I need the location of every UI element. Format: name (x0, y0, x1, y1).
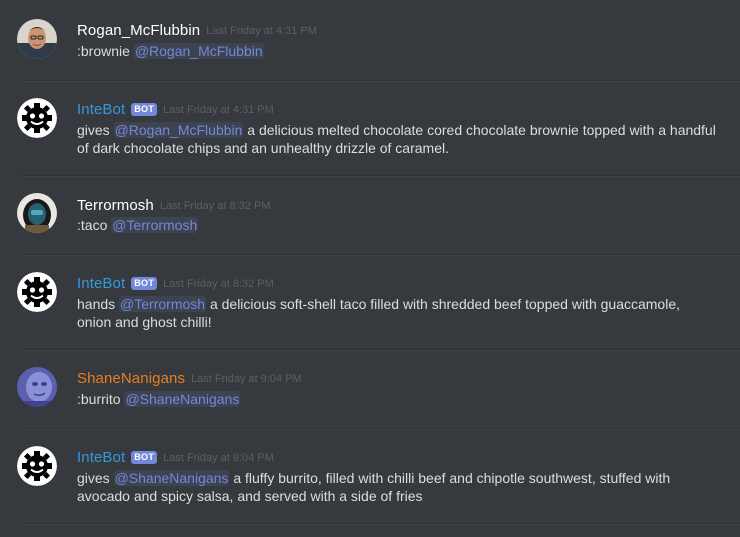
user-mention[interactable]: @Terrormosh (119, 296, 207, 312)
timestamp: Last Friday at 9:04 PM (163, 452, 274, 464)
shanenanigans-avatar[interactable] (17, 367, 57, 407)
message-header: InteBot BOT Last Friday at 4:31 PM (77, 99, 274, 119)
chat-message-list: Rogan_McFlubbin Last Friday at 4:31 PM :… (0, 0, 740, 537)
message-divider (20, 428, 740, 430)
message-header: Terrormosh Last Friday at 8:32 PM (77, 195, 271, 215)
message-divider (20, 523, 740, 525)
author-name[interactable]: InteBot (77, 449, 125, 466)
message-text: gives (77, 122, 114, 138)
message-body: hands @Terrormosh a delicious soft-shell… (77, 296, 717, 331)
intebot-avatar[interactable] (17, 98, 57, 138)
author-name[interactable]: Terrormosh (77, 197, 154, 214)
intebot-avatar[interactable] (17, 272, 57, 312)
message-header: InteBot BOT Last Friday at 8:32 PM (77, 273, 274, 293)
user-mention[interactable]: @Rogan_McFlubbin (113, 122, 244, 138)
author-name[interactable]: ShaneNanigans (77, 370, 185, 387)
message-header: InteBot BOT Last Friday at 9:04 PM (77, 447, 274, 467)
bot-badge: BOT (131, 276, 158, 290)
message-text: :brownie (77, 43, 134, 59)
user-mention[interactable]: @Rogan_McFlubbin (133, 43, 264, 59)
message-body: :taco @Terrormosh (77, 217, 717, 235)
message-divider (20, 254, 740, 256)
timestamp: Last Friday at 9:04 PM (191, 373, 302, 385)
message-divider (20, 175, 740, 177)
timestamp: Last Friday at 4:31 PM (163, 104, 274, 116)
message-header: ShaneNanigans Last Friday at 9:04 PM (77, 368, 302, 388)
timestamp: Last Friday at 8:32 PM (159, 200, 271, 212)
author-name[interactable]: InteBot (77, 101, 125, 118)
timestamp: Last Friday at 8:32 PM (163, 278, 274, 290)
message-body: :brownie @Rogan_McFlubbin (77, 43, 717, 61)
author-name[interactable]: InteBot (77, 275, 125, 292)
author-name[interactable]: Rogan_McFlubbin (77, 22, 200, 39)
message-divider (20, 80, 740, 82)
user-mention[interactable]: @ShaneNanigans (113, 470, 230, 486)
message-header: Rogan_McFlubbin Last Friday at 4:31 PM (77, 20, 317, 40)
message-text: :burrito (77, 391, 125, 407)
timestamp: Last Friday at 4:31 PM (206, 25, 317, 37)
bot-badge: BOT (131, 102, 158, 116)
message-body: gives @ShaneNanigans a fluffy burrito, f… (77, 470, 717, 505)
message-text: :taco (77, 217, 112, 233)
user-mention[interactable]: @Terrormosh (111, 217, 199, 233)
message-body: :burrito @ShaneNanigans (77, 391, 717, 409)
message-text: hands (77, 296, 120, 312)
bot-badge: BOT (131, 450, 158, 464)
terrormosh-avatar[interactable] (17, 193, 57, 233)
message-text: gives (77, 470, 114, 486)
message-body: gives @Rogan_McFlubbin a delicious melte… (77, 122, 717, 157)
rogan-avatar[interactable] (17, 19, 57, 59)
intebot-avatar[interactable] (17, 446, 57, 486)
message-divider (20, 349, 740, 351)
user-mention[interactable]: @ShaneNanigans (124, 391, 241, 407)
